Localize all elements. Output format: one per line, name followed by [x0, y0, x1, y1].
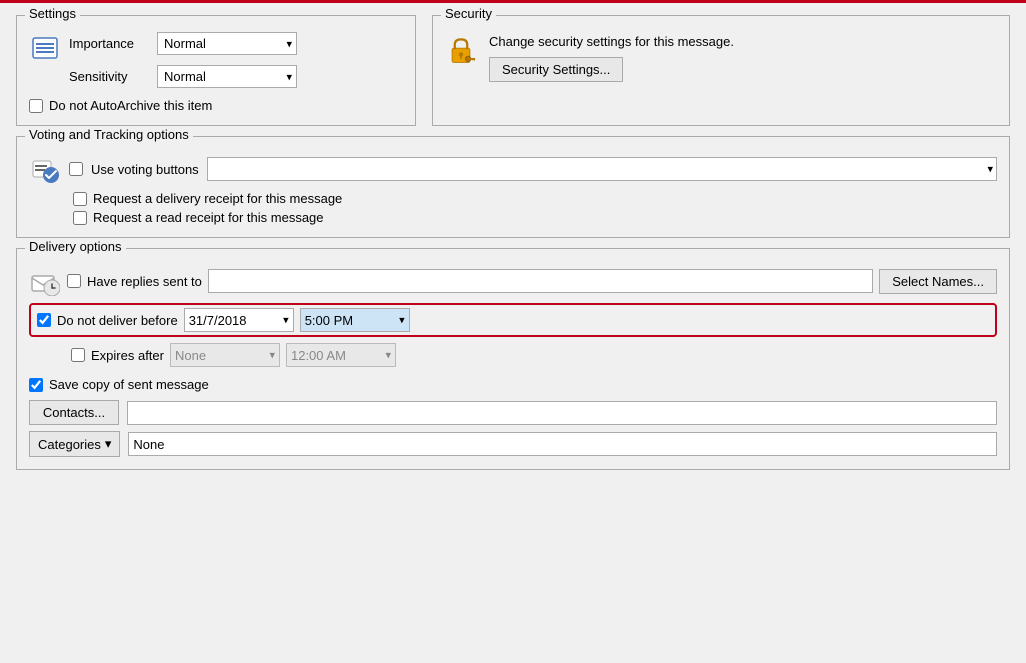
sensitivity-select-wrapper[interactable]: Normal Personal Private Confidential: [157, 65, 297, 88]
importance-select-wrapper[interactable]: Normal Low High: [157, 32, 297, 55]
do-not-deliver-label: Do not deliver before: [57, 313, 178, 328]
voting-icon: [29, 153, 61, 185]
categories-row: Categories ▾ None: [29, 431, 997, 457]
deliver-time-select[interactable]: 5:00 PM: [300, 308, 410, 332]
importance-label: Importance: [69, 36, 149, 51]
sensitivity-label: Sensitivity: [69, 69, 149, 84]
sensitivity-select[interactable]: Normal Personal Private Confidential: [157, 65, 297, 88]
voting-title: Voting and Tracking options: [25, 127, 193, 142]
security-description: Change security settings for this messag…: [489, 34, 734, 49]
categories-button[interactable]: Categories ▾: [29, 431, 120, 457]
expires-time-select[interactable]: 12:00 AM: [286, 343, 396, 367]
have-replies-label: Have replies sent to: [87, 274, 202, 289]
deliver-date-wrapper[interactable]: 31/7/2018: [184, 308, 294, 332]
expires-time-wrapper[interactable]: 12:00 AM: [286, 343, 396, 367]
autoarchive-label: Do not AutoArchive this item: [49, 98, 212, 113]
contacts-button[interactable]: Contacts...: [29, 400, 119, 425]
read-receipt-checkbox[interactable]: [73, 211, 87, 225]
importance-select[interactable]: Normal Low High: [157, 32, 297, 55]
voting-buttons-select[interactable]: [207, 157, 997, 181]
voting-section: Voting and Tracking options Use voting b…: [16, 136, 1010, 238]
expires-date-wrapper[interactable]: None: [170, 343, 280, 367]
read-receipt-label: Request a read receipt for this message: [93, 210, 324, 225]
use-voting-label: Use voting buttons: [91, 162, 199, 177]
select-names-button[interactable]: Select Names...: [879, 269, 997, 294]
contacts-input[interactable]: [127, 401, 997, 425]
save-copy-label: Save copy of sent message: [49, 377, 209, 392]
use-voting-checkbox[interactable]: [69, 162, 83, 176]
categories-value[interactable]: None: [128, 432, 997, 456]
save-copy-checkbox[interactable]: [29, 378, 43, 392]
do-not-deliver-checkbox[interactable]: [37, 313, 51, 327]
deliver-date-select[interactable]: 31/7/2018: [184, 308, 294, 332]
settings-icon: [29, 32, 61, 64]
have-replies-checkbox[interactable]: [67, 274, 81, 288]
main-container: Settings Importa: [0, 0, 1026, 663]
delivery-icon: [29, 265, 61, 297]
contacts-row: Contacts...: [29, 400, 997, 425]
security-section: Security: [432, 15, 1010, 126]
expires-date-select[interactable]: None: [170, 343, 280, 367]
categories-chevron-icon: ▾: [105, 436, 112, 452]
delivery-receipt-label: Request a delivery receipt for this mess…: [93, 191, 342, 206]
autoarchive-checkbox[interactable]: [29, 99, 43, 113]
expires-after-checkbox[interactable]: [71, 348, 85, 362]
expires-after-row: Expires after None 12:00 AM: [29, 343, 997, 367]
delivery-receipt-checkbox[interactable]: [73, 192, 87, 206]
deliver-time-wrapper[interactable]: 5:00 PM: [300, 308, 410, 332]
security-lock-icon: [445, 34, 477, 66]
expires-after-label: Expires after: [91, 348, 164, 363]
settings-section: Settings Importa: [16, 15, 416, 126]
delivery-title: Delivery options: [25, 239, 126, 254]
security-title: Security: [441, 6, 496, 21]
do-not-deliver-row: Do not deliver before 31/7/2018 5:00 PM: [29, 303, 997, 337]
categories-label: Categories: [38, 437, 101, 452]
voting-buttons-select-wrapper[interactable]: [207, 157, 997, 181]
security-settings-button[interactable]: Security Settings...: [489, 57, 623, 82]
delivery-section: Delivery options Have replies sent to Se…: [16, 248, 1010, 470]
settings-title: Settings: [25, 6, 80, 21]
replies-input[interactable]: [208, 269, 873, 293]
